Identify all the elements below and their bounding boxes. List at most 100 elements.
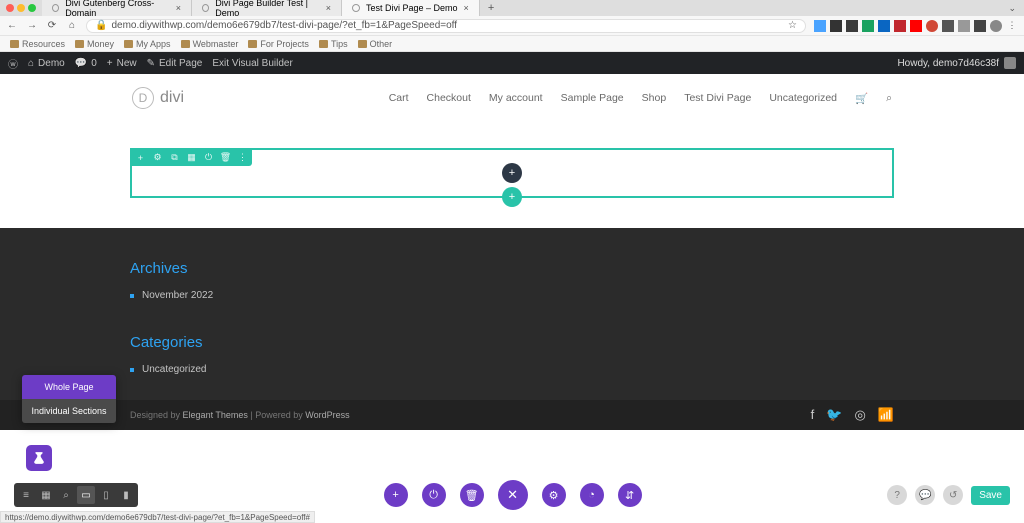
facebook-icon[interactable]: f bbox=[811, 407, 815, 423]
minimize-window-dot[interactable] bbox=[17, 4, 25, 12]
builder-history-button[interactable]: ◔ bbox=[580, 483, 604, 507]
builder-sort-button[interactable]: ⇵ bbox=[618, 483, 642, 507]
nav-link[interactable]: My account bbox=[489, 92, 543, 105]
section-duplicate-icon[interactable]: ⧉ bbox=[169, 152, 180, 163]
forward-button[interactable]: → bbox=[26, 20, 38, 31]
wp-site-link[interactable]: ⌂Demo bbox=[28, 58, 65, 69]
ext-icon[interactable] bbox=[878, 20, 890, 32]
add-row-button[interactable]: + bbox=[502, 163, 522, 183]
add-section-button[interactable]: + bbox=[502, 187, 522, 207]
bookmark-folder[interactable]: Tips bbox=[319, 39, 348, 49]
nav-link[interactable]: Uncategorized bbox=[769, 92, 837, 105]
split-test-whole-page[interactable]: Whole Page bbox=[22, 375, 116, 399]
twitter-icon[interactable]: 🐦 bbox=[826, 407, 842, 423]
maximize-window-dot[interactable] bbox=[28, 4, 36, 12]
cart-icon[interactable]: 🛒 bbox=[855, 92, 868, 105]
builder-power-button[interactable]: ⏻ bbox=[422, 483, 446, 507]
url-input[interactable]: 🔒 demo.diywithwp.com/demo6e679db7/test-d… bbox=[86, 19, 806, 33]
builder-close-button[interactable]: ✕ bbox=[498, 480, 528, 510]
browser-tab-strip: Divi Gutenberg Cross-Domain × Divi Page … bbox=[0, 0, 1024, 16]
divi-section[interactable]: + ⚙ ⧉ ▦ ⏻ 🗑 ⋮ + + bbox=[130, 148, 894, 198]
reload-button[interactable]: ⟳ bbox=[46, 20, 58, 31]
wp-comments[interactable]: 💬0 bbox=[75, 58, 97, 69]
new-tab-button[interactable]: + bbox=[480, 2, 502, 14]
split-test-individual-sections[interactable]: Individual Sections bbox=[22, 399, 116, 423]
rss-icon[interactable]: 📶 bbox=[878, 407, 894, 423]
tab-close-icon[interactable]: × bbox=[326, 3, 331, 13]
logo-mark-icon: D bbox=[132, 87, 154, 109]
bookmark-folder[interactable]: Resources bbox=[10, 39, 65, 49]
bookmark-folder[interactable]: My Apps bbox=[124, 39, 171, 49]
section-more-icon[interactable]: ⋮ bbox=[237, 152, 248, 163]
browser-tab-2[interactable]: Test Divi Page – Demo × bbox=[342, 0, 480, 16]
browser-menu-icon[interactable]: ⋮ bbox=[1006, 20, 1018, 32]
nav-link[interactable]: Test Divi Page bbox=[684, 92, 751, 105]
close-window-dot[interactable] bbox=[6, 4, 14, 12]
grid-mode-icon[interactable]: ▦ bbox=[37, 486, 55, 504]
back-button[interactable]: ← bbox=[6, 20, 18, 31]
section-delete-icon[interactable]: 🗑 bbox=[220, 152, 231, 163]
builder-add-button[interactable]: + bbox=[384, 483, 408, 507]
instagram-icon[interactable]: ◎ bbox=[854, 407, 865, 423]
archive-link[interactable]: November 2022 bbox=[130, 287, 894, 304]
split-test-fab[interactable] bbox=[26, 445, 52, 471]
ext-icon[interactable] bbox=[958, 20, 970, 32]
builder-chat-button[interactable]: 💬 bbox=[915, 485, 935, 505]
tabs-overflow-icon[interactable]: ⌄ bbox=[1000, 3, 1024, 14]
builder-help-button[interactable]: ? bbox=[887, 485, 907, 505]
tab-close-icon[interactable]: × bbox=[176, 3, 181, 13]
search-icon[interactable]: ⌕ bbox=[886, 92, 892, 105]
zoom-mode-icon[interactable]: ⌕ bbox=[57, 486, 75, 504]
nav-link[interactable]: Shop bbox=[642, 92, 667, 105]
save-button[interactable]: Save bbox=[971, 486, 1010, 505]
category-link[interactable]: Uncategorized bbox=[130, 361, 894, 378]
ext-icon[interactable] bbox=[942, 20, 954, 32]
builder-undo-button[interactable]: ↺ bbox=[943, 485, 963, 505]
wp-exit-visual-builder[interactable]: Exit Visual Builder bbox=[212, 58, 292, 69]
bookmark-folder[interactable]: Money bbox=[75, 39, 114, 49]
site-header: D divi Cart Checkout My account Sample P… bbox=[112, 74, 912, 122]
ext-icon[interactable] bbox=[974, 20, 986, 32]
ext-icon[interactable] bbox=[862, 20, 874, 32]
ext-icon[interactable] bbox=[846, 20, 858, 32]
section-settings-icon[interactable]: ⚙ bbox=[152, 152, 163, 163]
site-logo[interactable]: D divi bbox=[132, 87, 184, 109]
section-toggle-icon[interactable]: ⏻ bbox=[203, 152, 214, 163]
extension-icons: ⋮ bbox=[814, 20, 1018, 32]
ext-icon[interactable] bbox=[830, 20, 842, 32]
wp-new[interactable]: +New bbox=[107, 58, 137, 69]
credits-link[interactable]: Elegant Themes bbox=[183, 410, 248, 420]
tab-title: Divi Gutenberg Cross-Domain bbox=[65, 0, 170, 18]
phone-mode-icon[interactable]: ▮ bbox=[117, 486, 135, 504]
ext-icon[interactable] bbox=[894, 20, 906, 32]
bookmark-folder[interactable]: Other bbox=[358, 39, 393, 49]
bookmark-folder[interactable]: For Projects bbox=[248, 39, 309, 49]
home-button[interactable]: ⌂ bbox=[66, 20, 78, 31]
ext-icon[interactable] bbox=[814, 20, 826, 32]
wp-howdy[interactable]: Howdy, demo7d46c38f bbox=[897, 57, 1016, 69]
browser-tab-1[interactable]: Divi Page Builder Test | Demo × bbox=[192, 0, 342, 16]
wp-edit-page[interactable]: ✎Edit Page bbox=[147, 58, 203, 69]
nav-link[interactable]: Checkout bbox=[427, 92, 471, 105]
nav-link[interactable]: Sample Page bbox=[561, 92, 624, 105]
tablet-mode-icon[interactable]: ▯ bbox=[97, 486, 115, 504]
nav-link[interactable]: Cart bbox=[389, 92, 409, 105]
bookmark-folder[interactable]: Webmaster bbox=[181, 39, 239, 49]
wp-logo-icon[interactable]: ⓦ bbox=[8, 56, 18, 71]
main-nav: Cart Checkout My account Sample Page Sho… bbox=[389, 92, 892, 105]
wireframe-mode-icon[interactable]: ≡ bbox=[17, 486, 35, 504]
builder-trash-button[interactable]: 🗑 bbox=[460, 483, 484, 507]
ext-icon[interactable] bbox=[910, 20, 922, 32]
section-save-icon[interactable]: ▦ bbox=[186, 152, 197, 163]
browser-tab-0[interactable]: Divi Gutenberg Cross-Domain × bbox=[42, 0, 192, 16]
logo-text: divi bbox=[160, 89, 184, 107]
section-add-icon[interactable]: + bbox=[135, 152, 146, 163]
star-icon[interactable]: ☆ bbox=[788, 20, 797, 31]
ext-icon[interactable] bbox=[926, 20, 938, 32]
social-links: f 🐦 ◎ 📶 bbox=[811, 407, 894, 423]
credits-link[interactable]: WordPress bbox=[305, 410, 349, 420]
tab-close-icon[interactable]: × bbox=[464, 3, 469, 13]
desktop-mode-icon[interactable]: ▭ bbox=[77, 486, 95, 504]
ext-icon[interactable] bbox=[990, 20, 1002, 32]
builder-settings-button[interactable]: ⚙ bbox=[542, 483, 566, 507]
